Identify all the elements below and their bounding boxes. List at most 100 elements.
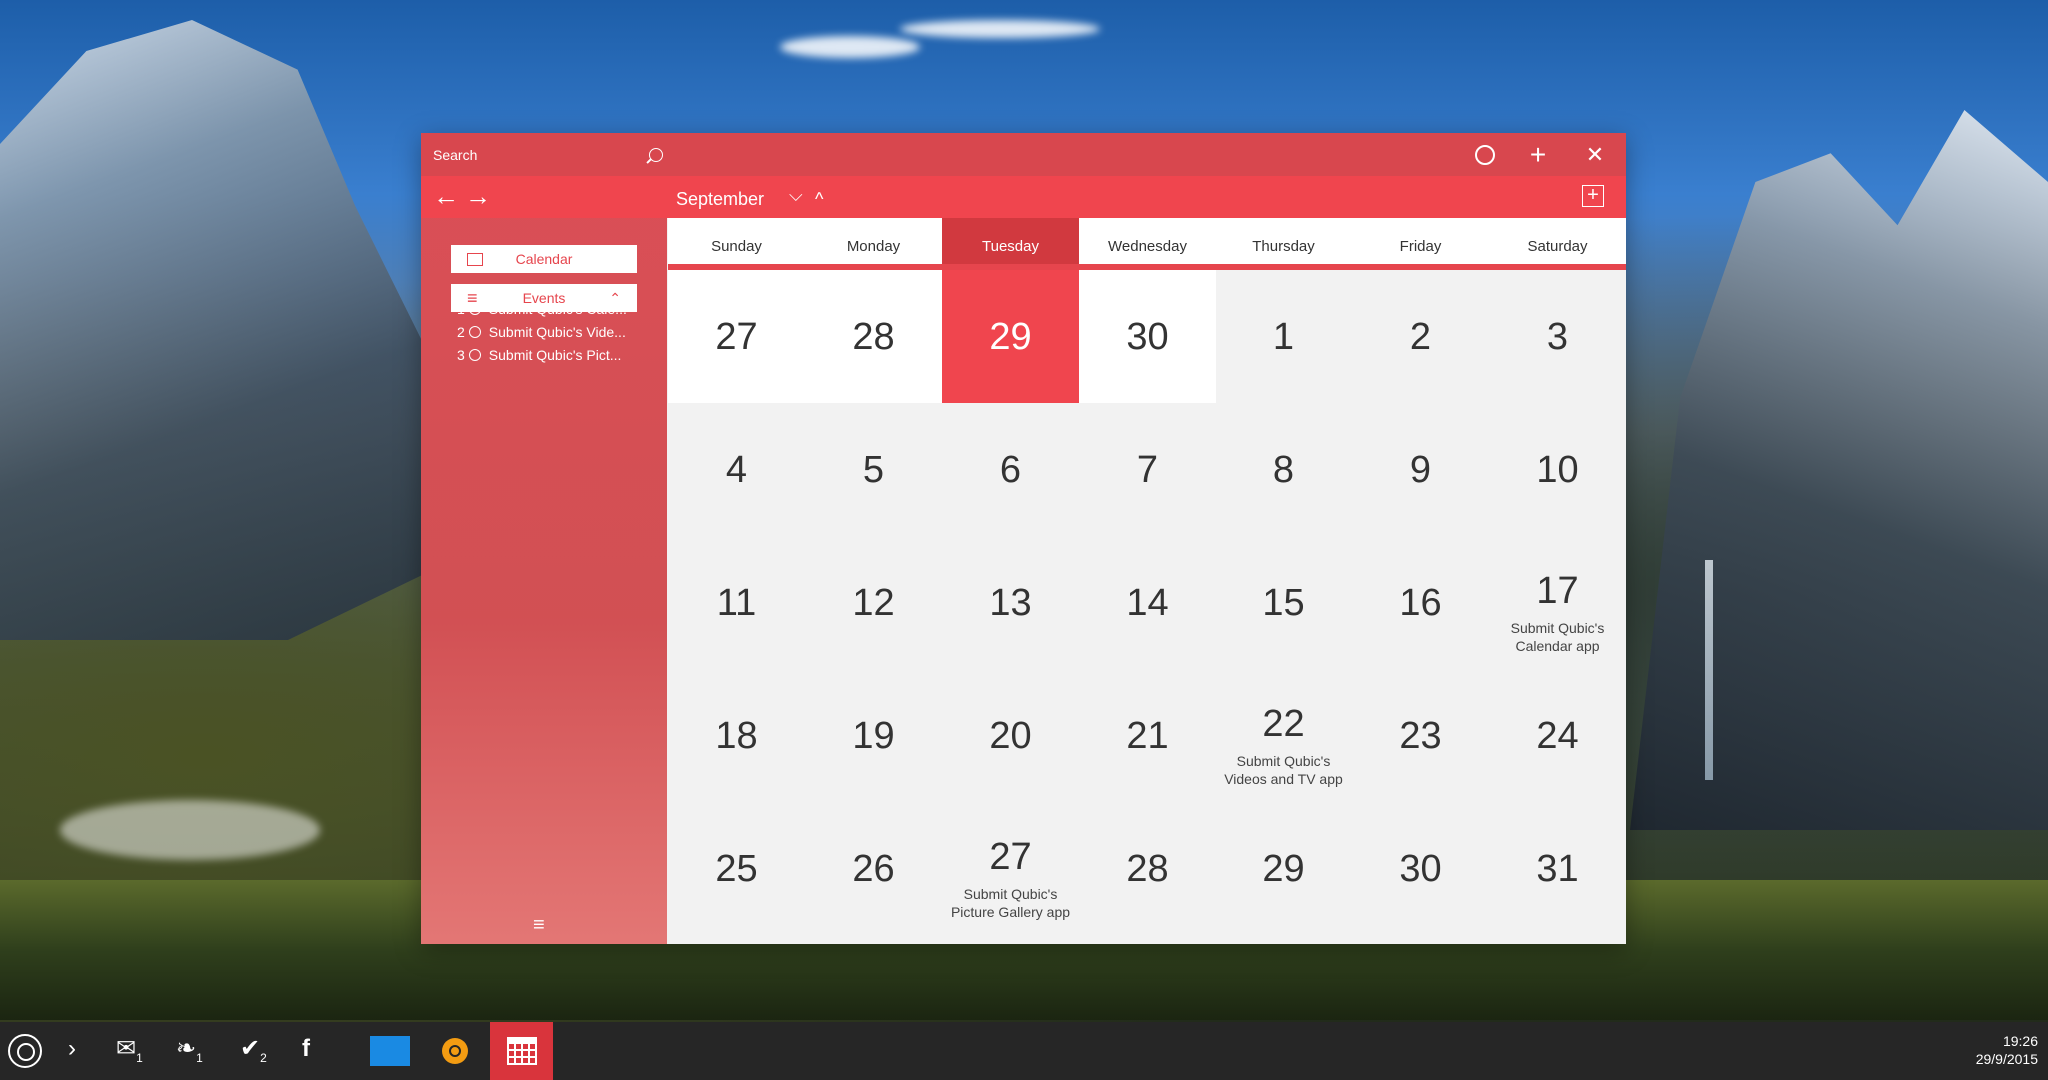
day-cell[interactable]: 19 [805, 669, 942, 802]
forward-arrow-icon[interactable]: → [465, 182, 491, 210]
day-cell[interactable]: 30 [1079, 270, 1216, 403]
day-cell[interactable]: 8 [1215, 403, 1352, 536]
day-number: 30 [1399, 848, 1442, 890]
wallpaper-mist [60, 800, 320, 860]
day-number: 22 [1262, 703, 1305, 745]
day-cell[interactable]: 26 [805, 802, 942, 935]
event-checkbox-icon[interactable] [468, 326, 481, 338]
day-cell[interactable]: 18 [668, 669, 805, 802]
event-number: 2 [457, 324, 465, 340]
music-icon[interactable] [442, 1038, 468, 1064]
day-cell[interactable]: 5 [805, 403, 942, 536]
day-cell[interactable]: 25 [668, 802, 805, 935]
event-list-item[interactable]: 1 Submit Qubic's Cale... [457, 301, 662, 321]
day-cell[interactable]: 15 [1215, 536, 1352, 669]
start-icon[interactable] [8, 1034, 42, 1068]
day-event[interactable]: Submit Qubic's Picture Gallery app [942, 885, 1079, 921]
day-header-tuesday: Tuesday [942, 218, 1079, 270]
system-clock: 19:26 29/9/2015 [1976, 1032, 2038, 1068]
day-number: 26 [852, 848, 895, 890]
day-cell[interactable]: 4 [668, 403, 805, 536]
day-event[interactable]: Submit Qubic's Calendar app [1489, 619, 1626, 655]
expand-chevron-icon[interactable]: › [68, 1034, 76, 1064]
day-cell[interactable]: 2 [1352, 270, 1489, 403]
folder-icon[interactable] [370, 1036, 410, 1066]
search-input[interactable]: Search [433, 147, 693, 169]
day-cell[interactable]: 13 [942, 536, 1079, 669]
day-number: 5 [862, 449, 885, 491]
day-cell[interactable]: 28 [805, 270, 942, 403]
event-checkbox-icon[interactable] [468, 303, 481, 315]
back-arrow-icon[interactable]: ← [433, 182, 459, 210]
event-checkbox-icon[interactable] [468, 349, 481, 361]
day-number: 4 [725, 449, 748, 491]
day-cell[interactable]: 9 [1352, 403, 1489, 536]
close-icon[interactable]: ✕ [1581, 141, 1609, 169]
day-number: 29 [1262, 848, 1305, 890]
add-icon[interactable]: + [1524, 141, 1552, 169]
day-cell[interactable]: 6 [942, 403, 1079, 536]
calendar-icon [467, 253, 483, 266]
add-event-button[interactable]: + [1582, 185, 1604, 207]
event-number: 1 [457, 301, 465, 317]
search-icon[interactable] [649, 148, 663, 162]
wallpaper-cliff-right [1630, 110, 2048, 830]
day-number: 2 [1409, 316, 1432, 358]
day-cell[interactable]: 12 [805, 536, 942, 669]
mail-icon[interactable]: ✉1 [116, 1034, 143, 1073]
day-cell[interactable]: 14 [1079, 536, 1216, 669]
day-number: 25 [715, 848, 758, 890]
tasks-icon[interactable]: ✔2 [240, 1034, 267, 1073]
day-cell[interactable]: 29 [1215, 802, 1352, 935]
twitter-icon[interactable]: ❧1 [176, 1034, 203, 1073]
day-number: 24 [1536, 715, 1579, 757]
chevron-down-icon[interactable]: ⌵ [789, 185, 803, 206]
menu-icon[interactable]: ≡ [533, 915, 553, 935]
day-number: 19 [852, 715, 895, 757]
day-cell[interactable]: 27 [668, 270, 805, 403]
day-cell[interactable]: 30 [1352, 802, 1489, 935]
day-cell[interactable]: 29 [942, 270, 1079, 403]
calendar-taskbar-tile[interactable] [490, 1022, 553, 1080]
calendar-app-window: Search + ✕ ← → September ⌵ ^ + Calendar … [421, 133, 1626, 944]
day-cell[interactable]: 3 [1489, 270, 1626, 403]
calendar-button[interactable]: Calendar [451, 245, 637, 273]
day-header-saturday: Saturday [1489, 218, 1626, 270]
day-event[interactable]: Submit Qubic's Videos and TV app [1215, 752, 1352, 788]
day-number: 21 [1126, 715, 1169, 757]
day-number: 28 [852, 316, 895, 358]
day-cell[interactable]: 23 [1352, 669, 1489, 802]
day-number: 8 [1272, 449, 1295, 491]
day-cell[interactable]: 17 Submit Qubic's Calendar app [1489, 536, 1626, 669]
day-number: 6 [999, 449, 1022, 491]
day-number: 3 [1546, 316, 1569, 358]
day-header-friday: Friday [1352, 218, 1489, 270]
day-cell[interactable]: 20 [942, 669, 1079, 802]
event-title: Submit Qubic's Pict... [488, 347, 622, 363]
day-number: 23 [1399, 715, 1442, 757]
day-cell[interactable]: 1 [1215, 270, 1352, 403]
day-cell[interactable]: 11 [668, 536, 805, 669]
day-cell[interactable]: 10 [1489, 403, 1626, 536]
day-cell[interactable]: 27 Submit Qubic's Picture Gallery app [942, 802, 1079, 935]
day-cell[interactable]: 24 [1489, 669, 1626, 802]
facebook-icon[interactable]: f [302, 1034, 310, 1064]
wallpaper-waterfall [1705, 560, 1713, 780]
record-circle-icon[interactable] [1475, 145, 1495, 165]
day-cell[interactable]: 28 [1079, 802, 1216, 935]
month-navbar: ← → September ⌵ ^ + [421, 176, 1626, 218]
day-cell[interactable]: 7 [1079, 403, 1216, 536]
taskbar: › ✉1 ❧1 ✔2 f 19:26 29/9/2015 [0, 1022, 2048, 1080]
day-number: 30 [1126, 316, 1169, 358]
chevron-up-icon[interactable]: ^ [815, 189, 823, 210]
day-cell[interactable]: 31 [1489, 802, 1626, 935]
day-cell[interactable]: 22 Submit Qubic's Videos and TV app [1215, 669, 1352, 802]
twitter-count: 1 [196, 1050, 203, 1065]
day-cell[interactable]: 16 [1352, 536, 1489, 669]
day-header-wednesday: Wednesday [1079, 218, 1216, 270]
wallpaper-cloud [780, 36, 920, 58]
event-list-item[interactable]: 2 Submit Qubic's Vide... [457, 324, 662, 344]
day-cell[interactable]: 21 [1079, 669, 1216, 802]
event-list-item[interactable]: 3 Submit Qubic's Pict... [457, 347, 662, 367]
month-title: September [676, 189, 765, 209]
